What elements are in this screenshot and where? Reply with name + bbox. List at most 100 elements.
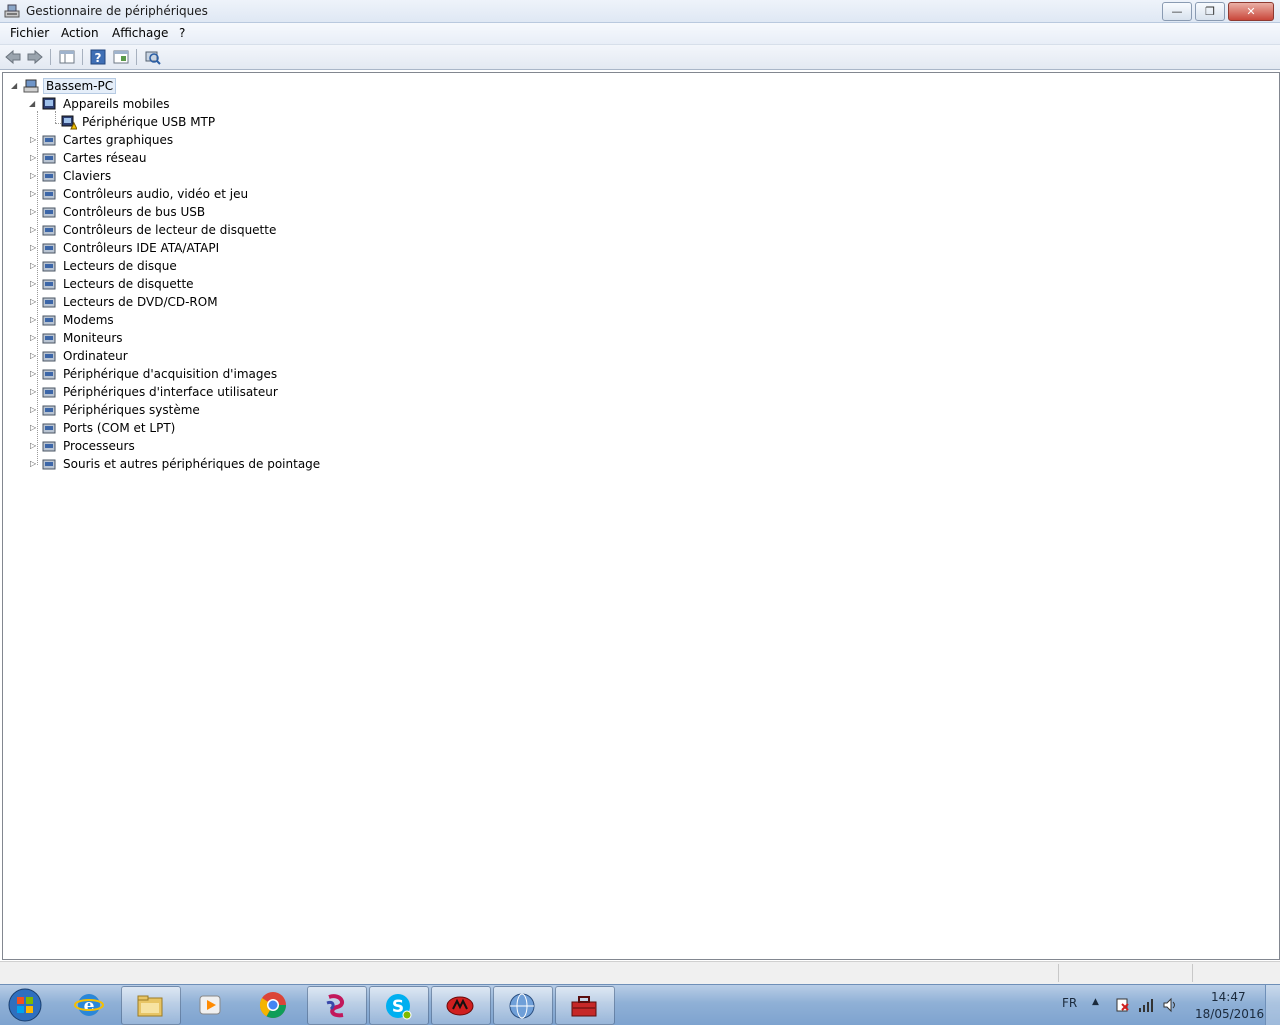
- expand-triangle-icon[interactable]: ▷: [30, 370, 38, 378]
- forward-arrow-icon[interactable]: [26, 48, 44, 66]
- tree-category[interactable]: ▷ Lecteurs de disque: [27, 257, 327, 275]
- menu-affichage[interactable]: Affichage: [109, 26, 171, 40]
- expand-triangle-icon[interactable]: ▷: [30, 244, 38, 252]
- tree-category[interactable]: ▷ Contrôleurs audio, vidéo et jeu: [27, 185, 327, 203]
- tree-category[interactable]: ▷ Cartes graphiques: [27, 131, 327, 149]
- taskbar-app-explorer[interactable]: [121, 986, 181, 1025]
- minimize-button[interactable]: —: [1162, 2, 1192, 21]
- close-button[interactable]: ✕: [1228, 2, 1274, 21]
- tree-category[interactable]: ▷ Périphérique d'acquisition d'images: [27, 365, 327, 383]
- minimize-icon: —: [1171, 5, 1183, 18]
- taskbar: e S FR ▲ 14:47 18/05/2016: [0, 984, 1280, 1025]
- tree-category[interactable]: ▷ Contrôleurs de lecteur de disquette: [27, 221, 327, 239]
- language-indicator[interactable]: FR: [1062, 996, 1077, 1010]
- tree-root[interactable]: ◢ Bassem-PC: [9, 77, 209, 95]
- tree-category[interactable]: ▷ Périphériques d'interface utilisateur: [27, 383, 327, 401]
- tree-category[interactable]: ▷ Processeurs: [27, 437, 327, 455]
- expand-triangle-icon[interactable]: ▷: [30, 334, 38, 342]
- tree-device-usb-mtp[interactable]: Périphérique USB MTP: [61, 113, 261, 131]
- tree-category-appareils-mobiles[interactable]: ◢ Appareils mobiles: [27, 95, 227, 113]
- properties-view-icon[interactable]: [112, 48, 130, 66]
- tree-category[interactable]: ▷ Claviers: [27, 167, 327, 185]
- taskbar-app-swirl[interactable]: [307, 986, 367, 1025]
- taskbar-app-ie[interactable]: e: [61, 986, 119, 1023]
- collapse-triangle-icon[interactable]: ◢: [29, 100, 37, 108]
- tree-category[interactable]: ▷ Lecteurs de DVD/CD-ROM: [27, 293, 327, 311]
- title-bar[interactable]: Gestionnaire de périphériques — ❐ ✕: [0, 0, 1280, 23]
- back-arrow-icon[interactable]: [4, 48, 22, 66]
- taskbar-app-globe[interactable]: [493, 986, 553, 1025]
- expand-triangle-icon[interactable]: ▷: [30, 316, 38, 324]
- expand-triangle-icon[interactable]: ▷: [30, 406, 38, 414]
- file-explorer-icon: [137, 995, 163, 1017]
- menu-help[interactable]: ?: [176, 26, 188, 40]
- expand-triangle-icon[interactable]: ▷: [30, 226, 38, 234]
- sound-icon: [42, 189, 56, 200]
- show-hidden-icons-icon[interactable]: ▲: [1092, 997, 1099, 1007]
- tree-category[interactable]: ▷ Lecteurs de disquette: [27, 275, 327, 293]
- network-icon[interactable]: [1138, 997, 1154, 1013]
- taskbar-app-media[interactable]: [183, 986, 241, 1023]
- clock-time[interactable]: 14:47: [1211, 990, 1246, 1004]
- collapse-triangle-icon[interactable]: ◢: [11, 82, 19, 90]
- network-adapter-icon: [42, 153, 56, 164]
- taskbar-app-skype[interactable]: S: [369, 986, 429, 1025]
- expand-triangle-icon[interactable]: ▷: [30, 388, 38, 396]
- maximize-button[interactable]: ❐: [1195, 2, 1225, 21]
- dvd-drive-icon: [42, 297, 56, 308]
- expand-triangle-icon[interactable]: ▷: [30, 298, 38, 306]
- tree-category-label: Contrôleurs de lecteur de disquette: [63, 223, 277, 237]
- start-button[interactable]: [5, 987, 45, 1023]
- expand-triangle-icon[interactable]: ▷: [30, 460, 38, 468]
- help-icon[interactable]: ?: [89, 48, 107, 66]
- taskbar-app-red[interactable]: [431, 986, 491, 1025]
- floppy-controller-icon: [42, 225, 56, 236]
- skype-icon: S: [386, 994, 412, 1020]
- tree-category[interactable]: ▷ Souris et autres périphériques de point…: [27, 455, 327, 473]
- tree-device-label: Périphérique USB MTP: [82, 115, 216, 129]
- taskbar-app-chrome[interactable]: [245, 986, 303, 1023]
- taskbar-app-toolbox[interactable]: [555, 986, 615, 1025]
- tree-category-label: Périphérique d'acquisition d'images: [63, 367, 278, 381]
- tree-root-label: Bassem-PC: [43, 78, 117, 94]
- menu-action[interactable]: Action: [58, 26, 102, 40]
- show-desktop-button[interactable]: [1265, 985, 1280, 1025]
- expand-triangle-icon[interactable]: ▷: [30, 172, 38, 180]
- modem-icon: [42, 315, 56, 326]
- tree-category[interactable]: ▷ Modems: [27, 311, 327, 329]
- imaging-device-icon: [42, 369, 56, 380]
- ide-controller-icon: [42, 243, 56, 254]
- expand-triangle-icon[interactable]: ▷: [30, 136, 38, 144]
- media-player-icon: [199, 995, 221, 1015]
- tree-category[interactable]: ▷ Moniteurs: [27, 329, 327, 347]
- expand-triangle-icon[interactable]: ▷: [30, 352, 38, 360]
- expand-triangle-icon[interactable]: ▷: [30, 262, 38, 270]
- tree-category[interactable]: ▷ Contrôleurs IDE ATA/ATAPI: [27, 239, 327, 257]
- svg-text:S: S: [392, 997, 404, 1017]
- tree-category[interactable]: ▷ Ordinateur: [27, 347, 327, 365]
- svg-text:?: ?: [95, 51, 102, 65]
- console-tree-icon[interactable]: [58, 48, 76, 66]
- expand-triangle-icon[interactable]: ▷: [30, 280, 38, 288]
- tree-category[interactable]: ▷ Contrôleurs de bus USB: [27, 203, 327, 221]
- menu-fichier[interactable]: Fichier: [7, 26, 52, 40]
- action-center-icon[interactable]: [1114, 997, 1130, 1013]
- device-tree[interactable]: ◢ Bassem-PC ◢ Appareils mobiles Périphér…: [2, 72, 1280, 960]
- expand-triangle-icon[interactable]: ▷: [30, 442, 38, 450]
- expand-triangle-icon[interactable]: ▷: [30, 190, 38, 198]
- expand-triangle-icon[interactable]: ▷: [30, 208, 38, 216]
- tree-category[interactable]: ▷ Cartes réseau: [27, 149, 327, 167]
- window-title: Gestionnaire de périphériques: [26, 4, 208, 18]
- tree-category-label: Ports (COM et LPT): [63, 421, 176, 435]
- tree-category-label: Contrôleurs audio, vidéo et jeu: [63, 187, 249, 201]
- expand-triangle-icon[interactable]: ▷: [30, 154, 38, 162]
- tree-category-label: Modems: [63, 313, 114, 327]
- clock-date[interactable]: 18/05/2016: [1195, 1007, 1264, 1021]
- internet-explorer-icon: e: [74, 994, 104, 1016]
- tree-category-label: Périphériques d'interface utilisateur: [63, 385, 278, 399]
- scan-hardware-icon[interactable]: [143, 48, 161, 66]
- volume-icon[interactable]: [1162, 997, 1178, 1013]
- tree-category[interactable]: ▷ Périphériques système: [27, 401, 327, 419]
- tree-category[interactable]: ▷ Ports (COM et LPT): [27, 419, 327, 437]
- expand-triangle-icon[interactable]: ▷: [30, 424, 38, 432]
